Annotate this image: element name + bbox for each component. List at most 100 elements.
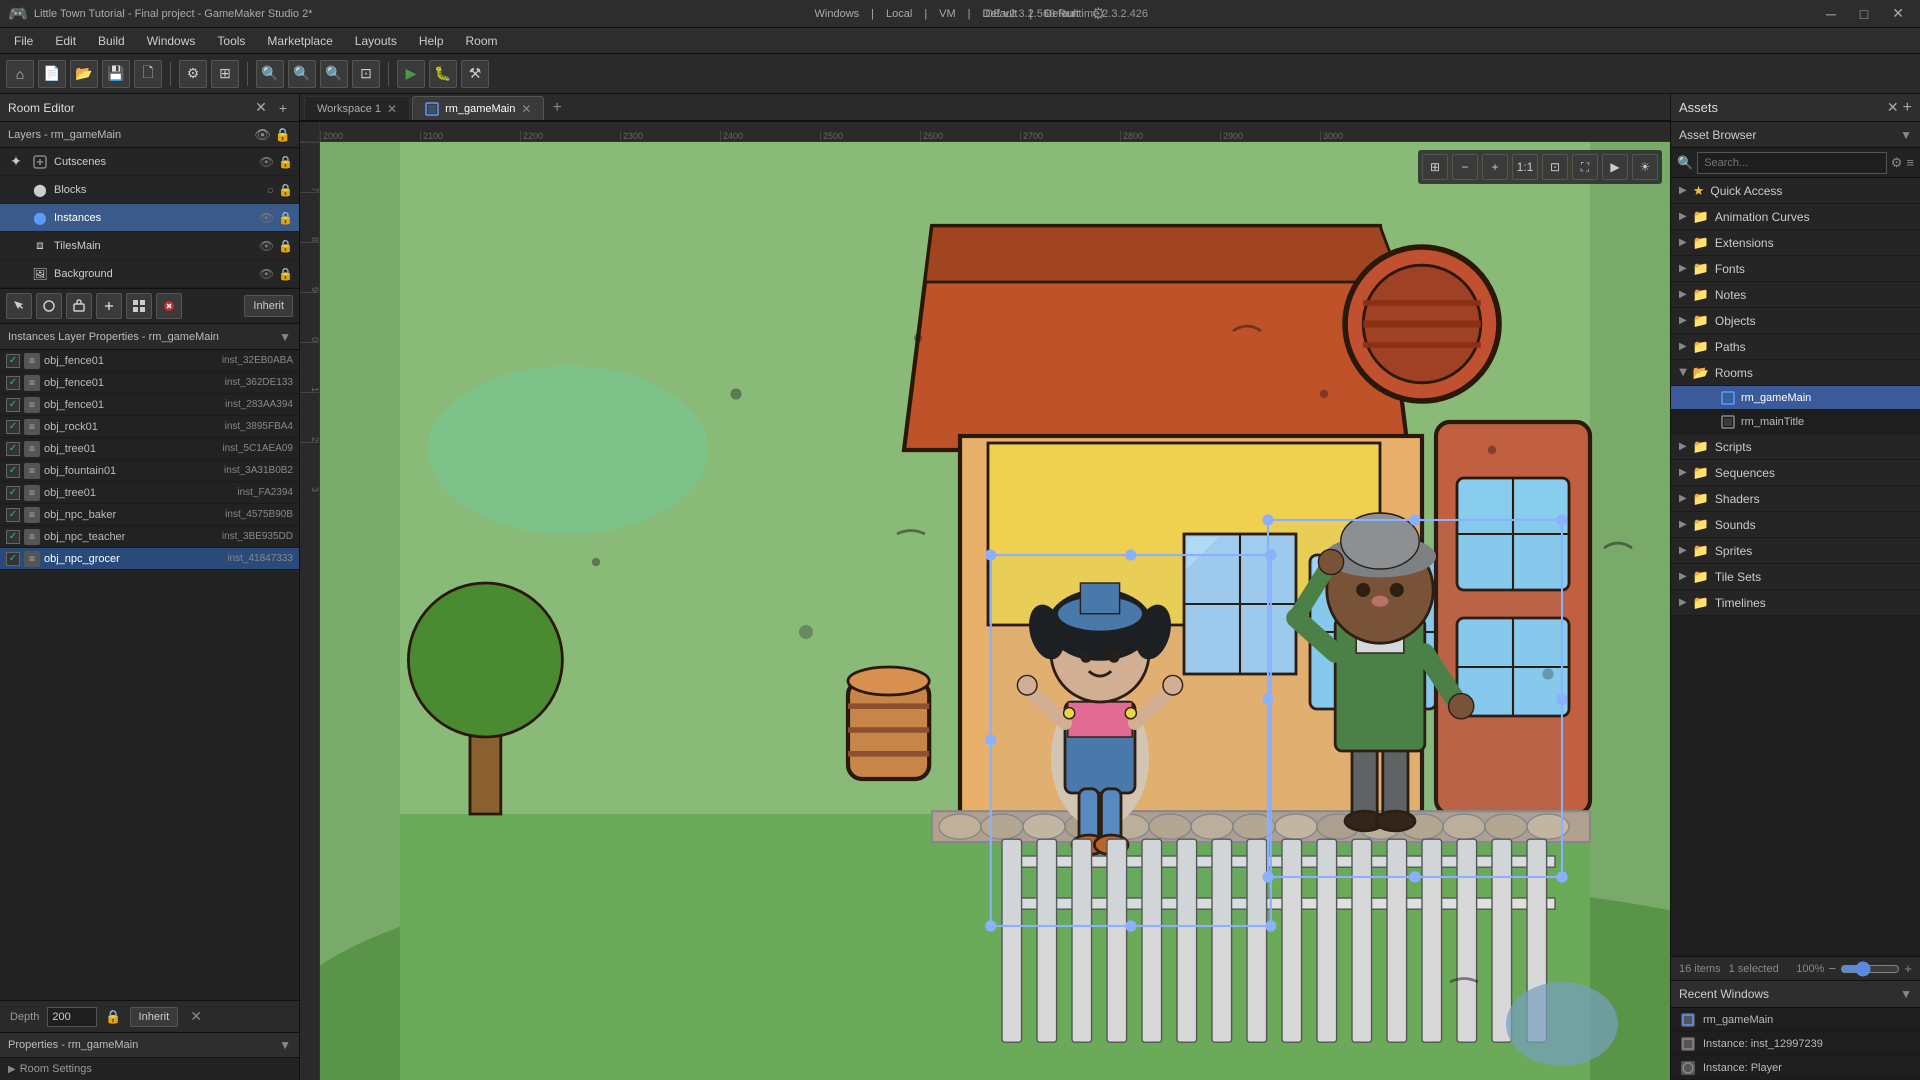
main-tab[interactable]: rm_gameMain ✕ (412, 96, 544, 120)
home-button[interactable]: ⌂ (6, 60, 34, 88)
pencil-tool-button[interactable] (36, 293, 62, 319)
fit-canvas-button[interactable]: ⊡ (1542, 154, 1568, 180)
assets-add-button[interactable]: + (1903, 99, 1912, 117)
run-button[interactable]: ▶ (397, 60, 425, 88)
zoom-decrease-button[interactable]: − (1828, 961, 1836, 976)
search-input[interactable] (1697, 152, 1887, 174)
recent-item-1[interactable]: Instance: inst_12997239 (1671, 1032, 1920, 1056)
menu-windows[interactable]: Windows (137, 31, 206, 51)
background-vis-button[interactable]: 👁 (259, 267, 274, 281)
tilesmain-lock-button[interactable]: 🔒 (278, 239, 293, 253)
layer-blocks[interactable]: ⬤ Blocks ○ 🔒 (0, 176, 299, 204)
extensions-group[interactable]: ▶ 📁 Extensions (1671, 230, 1920, 256)
instance-row-9[interactable]: ✓ ⧈ obj_npc_grocer inst_41847333 (0, 548, 299, 570)
play-canvas-button[interactable]: ▶ (1602, 154, 1628, 180)
instance-row-7[interactable]: ✓ ⧈ obj_npc_baker inst_4575B90B (0, 504, 299, 526)
debug-button[interactable]: 🐛 (429, 60, 457, 88)
layer-lock-all-button[interactable]: 🔒 (275, 127, 291, 143)
timelines-group[interactable]: ▶ 📁 Timelines (1671, 590, 1920, 616)
asset-rm-maintitle[interactable]: rm_mainTitle (1671, 410, 1920, 434)
build-advanced-button[interactable]: ⚒ (461, 60, 489, 88)
shaders-group[interactable]: ▶ 📁 Shaders (1671, 486, 1920, 512)
inst-checkbox-6[interactable]: ✓ (6, 486, 20, 500)
nav-vm[interactable]: VM (939, 8, 956, 20)
depth-input[interactable] (47, 1007, 97, 1027)
instance-row-4[interactable]: ✓ ⧈ obj_tree01 inst_5C1AEA09 (0, 438, 299, 460)
zoom-100-canvas-button[interactable]: 1:1 (1512, 154, 1538, 180)
blocks-lock-button[interactable]: 🔒 (278, 183, 293, 197)
main-tab-close[interactable]: ✕ (521, 103, 531, 115)
inst-checkbox-8[interactable]: ✓ (6, 530, 20, 544)
canvas-viewport[interactable]: ⊞ − + 1:1 ⊡ ⛶ ▶ ☀ (320, 142, 1670, 1080)
depth-clear-button[interactable]: ✕ (186, 1007, 206, 1027)
asset-rm-gamemain[interactable]: rm_gameMain (1671, 386, 1920, 410)
inst-checkbox-2[interactable]: ✓ (6, 398, 20, 412)
zoom-in-canvas-button[interactable]: + (1482, 154, 1508, 180)
sequences-group[interactable]: ▶ 📁 Sequences (1671, 460, 1920, 486)
inherit-button[interactable]: Inherit (244, 295, 293, 317)
inst-checkbox-1[interactable]: ✓ (6, 376, 20, 390)
instance-row-0[interactable]: ✓ ⧈ obj_fence01 inst_32EB0ABA (0, 350, 299, 372)
filter-button[interactable]: ⚙ (1891, 155, 1903, 171)
tilesmain-vis-button[interactable]: 👁 (259, 239, 274, 253)
close-button[interactable]: ✕ (1884, 3, 1912, 24)
inst-checkbox-7[interactable]: ✓ (6, 508, 20, 522)
open-button[interactable]: 📂 (70, 60, 98, 88)
instance-row-5[interactable]: ✓ ⧈ obj_fountain01 inst_3A31B0B2 (0, 460, 299, 482)
properties-collapse-button[interactable]: ▼ (279, 1038, 291, 1052)
recent-item-2[interactable]: Instance: Player (1671, 1056, 1920, 1080)
zoom-slider[interactable] (1840, 961, 1900, 977)
instance-row-1[interactable]: ✓ ⧈ obj_fence01 inst_362DE133 (0, 372, 299, 394)
notes-group[interactable]: ▶ 📁 Notes (1671, 282, 1920, 308)
scripts-group[interactable]: ▶ 📁 Scripts (1671, 434, 1920, 460)
rooms-group[interactable]: ▶ 📂 Rooms (1671, 360, 1920, 386)
instance-row-6[interactable]: ✓ ⧈ obj_tree01 inst_FA2394 (0, 482, 299, 504)
instances-layer-collapse-button[interactable]: ▼ (279, 330, 291, 344)
zoom-reset-button[interactable]: 🔍 (288, 60, 316, 88)
maximize-button[interactable]: □ (1852, 3, 1876, 24)
cutscenes-lock-button[interactable]: 🔒 (278, 155, 293, 169)
room-settings-row[interactable]: ▶ Room Settings (0, 1058, 299, 1080)
minimize-button[interactable]: ─ (1818, 3, 1844, 24)
assets-close-button[interactable]: ✕ (1887, 99, 1899, 117)
workspace-tab-close[interactable]: ✕ (387, 103, 397, 115)
instances-lock-button[interactable]: 🔒 (278, 211, 293, 225)
zoom-fit-button[interactable]: ⊡ (352, 60, 380, 88)
nav-local[interactable]: Local (886, 8, 912, 20)
room-props-button[interactable]: ⚙ (179, 60, 207, 88)
menu-help[interactable]: Help (409, 31, 454, 51)
menu-tools[interactable]: Tools (207, 31, 255, 51)
instances-vis-button[interactable]: 👁 (259, 211, 274, 225)
view-options-button[interactable]: ☀ (1632, 154, 1658, 180)
nav-default1[interactable]: Default (983, 8, 1018, 20)
select-tool-button[interactable] (6, 293, 32, 319)
quick-access-group[interactable]: ▶ ★ Quick Access (1671, 178, 1920, 204)
cutscenes-vis-button[interactable]: 👁 (259, 155, 274, 169)
tile-sets-group[interactable]: ▶ 📁 Tile Sets (1671, 564, 1920, 590)
zoom-out-button[interactable]: 🔍 (256, 60, 284, 88)
fonts-group[interactable]: ▶ 📁 Fonts (1671, 256, 1920, 282)
zoom-increase-button[interactable]: + (1904, 961, 1912, 976)
recent-item-0[interactable]: rm_gameMain (1671, 1008, 1920, 1032)
depth-lock-button[interactable]: 🔒 (105, 1009, 121, 1025)
save-button[interactable]: 💾 (102, 60, 130, 88)
menu-marketplace[interactable]: Marketplace (257, 31, 342, 51)
add-layer-tool-button[interactable] (126, 293, 152, 319)
animation-curves-group[interactable]: ▶ 📁 Animation Curves (1671, 204, 1920, 230)
room-editor-close-button[interactable]: ✕ (251, 99, 271, 116)
background-lock-button[interactable]: 🔒 (278, 267, 293, 281)
sounds-group[interactable]: ▶ 📁 Sounds (1671, 512, 1920, 538)
inst-checkbox-3[interactable]: ✓ (6, 420, 20, 434)
nav-settings-icon[interactable]: ⚙ (1091, 4, 1105, 24)
blocks-vis-button[interactable]: ○ (267, 183, 274, 197)
menu-file[interactable]: File (4, 31, 43, 51)
sprites-group[interactable]: ▶ 📁 Sprites (1671, 538, 1920, 564)
cutscenes-add-icon[interactable]: ✦ (6, 153, 26, 170)
grid-view-button[interactable]: ⊞ (1422, 154, 1448, 180)
recent-windows-header[interactable]: Recent Windows ▼ (1671, 980, 1920, 1008)
grid-button[interactable]: ⊞ (211, 60, 239, 88)
layer-instances[interactable]: ⬤ Instances 👁 🔒 (0, 204, 299, 232)
add-in-tool-button[interactable] (96, 293, 122, 319)
instance-row-2[interactable]: ✓ ⧈ obj_fence01 inst_283AA394 (0, 394, 299, 416)
fill-tool-button[interactable] (66, 293, 92, 319)
